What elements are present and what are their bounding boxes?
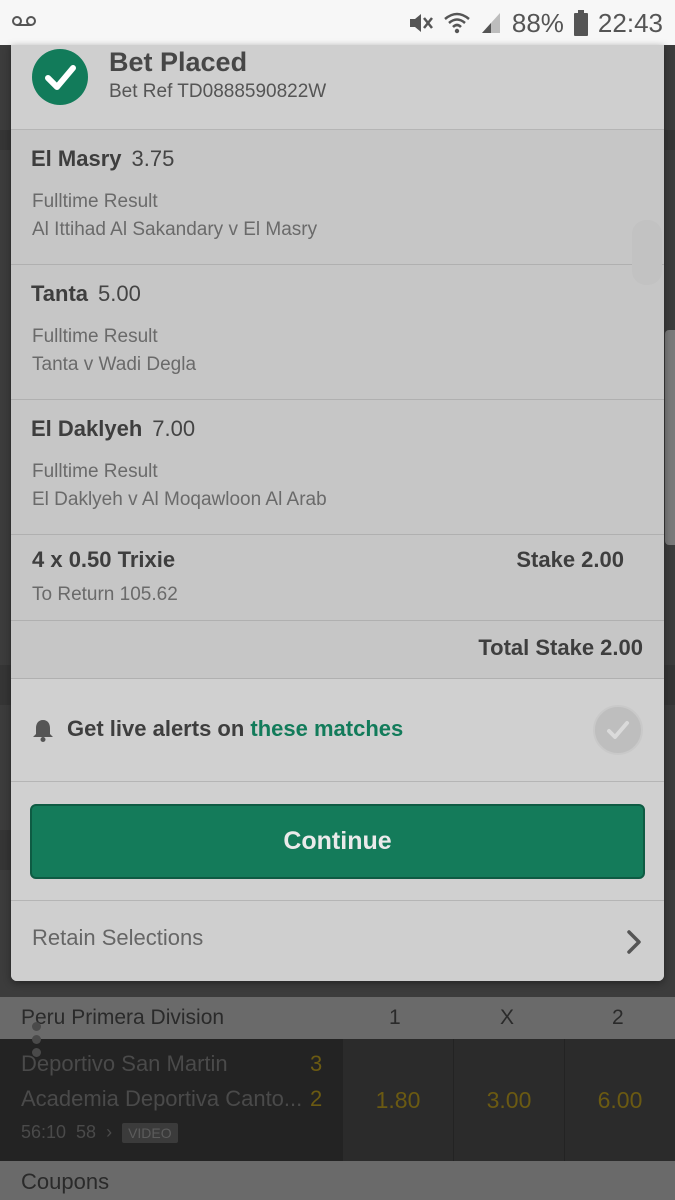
to-return: To Return 105.62 bbox=[32, 584, 178, 605]
selection-name: El Daklyeh bbox=[31, 416, 143, 441]
selection-odds: 5.00 bbox=[98, 281, 141, 306]
away-team: Academia Deportiva Canto... bbox=[21, 1086, 303, 1111]
odds-home-button[interactable]: 1.80 bbox=[343, 1039, 453, 1161]
column-home: 1 bbox=[389, 1006, 401, 1029]
selection-market: Fulltime Result bbox=[32, 191, 158, 212]
wifi-icon bbox=[444, 12, 470, 34]
odds-draw-button[interactable]: 3.00 bbox=[454, 1039, 564, 1161]
selection-event: Tanta v Wadi Degla bbox=[32, 354, 197, 375]
video-badge[interactable]: VIDEO bbox=[122, 1122, 178, 1143]
retain-selections-row[interactable]: Retain Selections bbox=[11, 900, 664, 981]
status-bar: 88% 22:43 bbox=[0, 0, 675, 45]
live-alerts-row[interactable]: Get live alerts on these matches bbox=[11, 680, 664, 782]
more-options-icon[interactable] bbox=[30, 1018, 42, 1062]
live-alerts-prefix: Get live alerts on bbox=[67, 716, 251, 741]
total-stake: Total Stake 2.00 bbox=[478, 635, 643, 660]
away-score: 2 bbox=[310, 1086, 323, 1111]
continue-button[interactable]: Continue bbox=[30, 804, 645, 879]
retain-selections-label: Retain Selections bbox=[32, 925, 204, 950]
league-name: Peru Primera Division bbox=[21, 1006, 225, 1029]
page-scrollbar[interactable] bbox=[665, 330, 675, 545]
live-alerts-toggle[interactable] bbox=[593, 705, 643, 755]
selection-name: Tanta bbox=[31, 281, 89, 306]
bet-reference: Bet Ref TD0888590822W bbox=[109, 81, 327, 102]
total-stake-row: Total Stake 2.00 bbox=[11, 621, 664, 679]
selection-odds: 3.75 bbox=[131, 146, 175, 171]
scroll-handle[interactable] bbox=[632, 220, 662, 285]
home-team: Deportivo San Martin bbox=[21, 1051, 228, 1076]
check-icon bbox=[607, 721, 629, 739]
league-header: Peru Primera Division 1 X 2 bbox=[0, 997, 675, 1039]
column-away: 2 bbox=[612, 1006, 624, 1029]
battery-percent: 88% bbox=[511, 7, 564, 38]
selection-item: El Daklyeh 7.00 Fulltime Result El Daklye… bbox=[11, 400, 664, 535]
bet-type-row: 4 x 0.50 Trixie Stake 2.00 To Return 105… bbox=[11, 535, 664, 621]
selection-event: El Daklyeh v Al Moqawloon Al Arab bbox=[32, 489, 327, 510]
these-matches-link[interactable]: these matches bbox=[250, 716, 403, 741]
markets-count[interactable]: 58 bbox=[76, 1122, 96, 1143]
home-score: 3 bbox=[310, 1051, 323, 1076]
chevron-right-icon bbox=[627, 930, 641, 954]
selection-market: Fulltime Result bbox=[32, 326, 158, 347]
bet-type: 4 x 0.50 Trixie bbox=[32, 547, 176, 572]
receipt-title: Bet Placed bbox=[109, 47, 248, 77]
clock: 22:43 bbox=[597, 7, 663, 38]
match-meta: 56:10 58 › VIDEO bbox=[21, 1122, 178, 1143]
signal-icon bbox=[481, 13, 500, 33]
odds-away-button[interactable]: 6.00 bbox=[565, 1039, 675, 1161]
match-row[interactable]: Deportivo San Martin Academia Deportiva … bbox=[0, 1039, 675, 1161]
bell-icon bbox=[33, 720, 53, 742]
receipt-header: Bet Placed Bet Ref TD0888590822W bbox=[11, 45, 664, 130]
bet-receipt-modal: Bet Placed Bet Ref TD0888590822W El Masr… bbox=[11, 45, 664, 981]
selection-item: Tanta 5.00 Fulltime Result Tanta v Wadi D… bbox=[11, 265, 664, 400]
bet-stake: Stake 2.00 bbox=[516, 547, 624, 572]
battery-icon bbox=[573, 10, 588, 36]
voicemail-icon bbox=[12, 16, 36, 26]
selection-name: El Masry bbox=[31, 146, 122, 171]
selection-item: El Masry 3.75 Fulltime Result Al Ittihad … bbox=[11, 130, 664, 265]
match-clock: 56:10 bbox=[21, 1122, 67, 1142]
chevron-right-icon: › bbox=[106, 1122, 113, 1142]
mute-icon bbox=[409, 14, 433, 32]
selection-market: Fulltime Result bbox=[32, 461, 158, 482]
coupons-tab[interactable]: Coupons bbox=[0, 1161, 675, 1200]
selection-event: Al Ittihad Al Sakandary v El Masry bbox=[32, 219, 318, 240]
check-icon bbox=[32, 49, 88, 105]
column-draw: X bbox=[500, 1006, 515, 1029]
live-alerts-text: Get live alerts on these matches bbox=[67, 716, 403, 742]
selection-odds: 7.00 bbox=[152, 416, 196, 441]
